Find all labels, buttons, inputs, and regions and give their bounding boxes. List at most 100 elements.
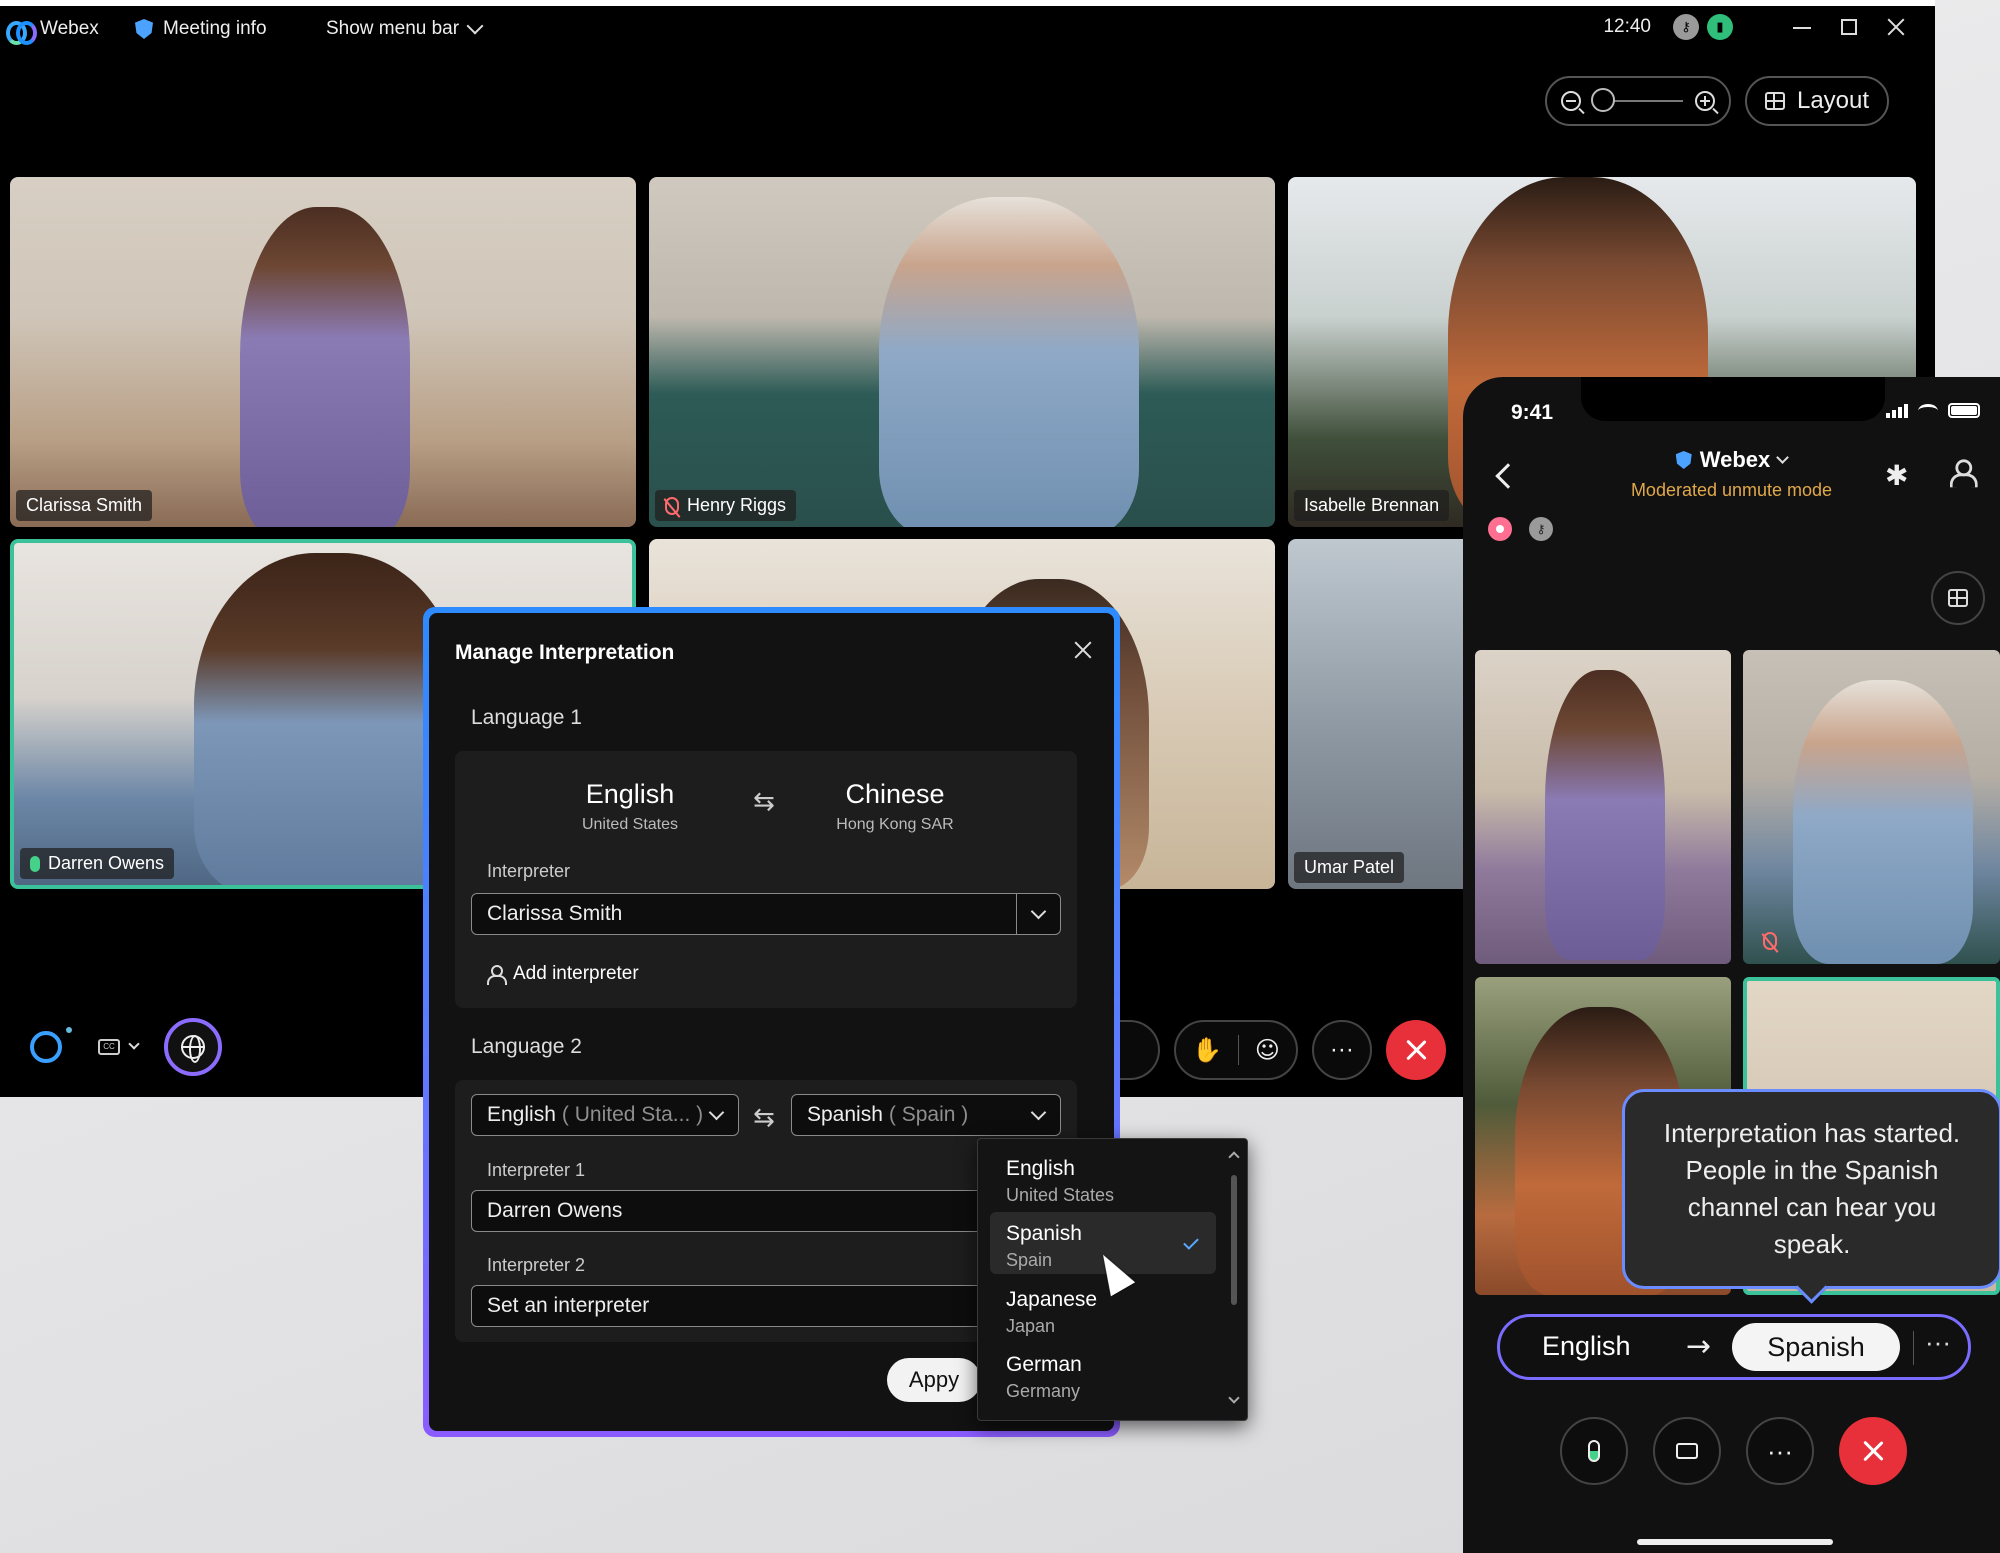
zoom-control	[1545, 76, 1731, 126]
interpreter-label: Interpreter	[487, 861, 571, 881]
listening-language[interactable]: English	[1542, 1331, 1631, 1362]
language-1-from: English United States	[565, 779, 695, 834]
chevron-down-icon	[1030, 1104, 1046, 1121]
meeting-bottom-left-controls: CC	[30, 1018, 222, 1076]
close-window-icon[interactable]	[1887, 18, 1905, 36]
dropdown-toggle[interactable]	[694, 1095, 738, 1135]
maximize-icon[interactable]	[1841, 19, 1857, 35]
video-tile[interactable]: Henry Riggs	[649, 177, 1275, 527]
chevron-down-icon	[466, 17, 484, 35]
participant-name-tag: Henry Riggs	[655, 490, 797, 521]
title-bar-right: 12:40 ⚷ ▮	[1603, 14, 1905, 40]
app-name: Webex	[40, 18, 99, 39]
phone-header: Webex Moderated unmute mode	[1463, 447, 2000, 501]
app-brand: Webex	[6, 18, 99, 45]
dropdown-scrollbar[interactable]	[1228, 1151, 1240, 1404]
swap-languages-icon[interactable]	[753, 1103, 777, 1133]
grid-icon	[1948, 589, 1968, 607]
participant-name: Clarissa Smith	[26, 495, 143, 515]
raise-hand-icon[interactable]: ✋	[1192, 1036, 1222, 1064]
meeting-info-label: Meeting info	[163, 18, 267, 39]
reactions-icon[interactable]: ☺	[1255, 1036, 1280, 1064]
webex-logo-icon	[6, 19, 37, 45]
dropdown-option-german[interactable]: German Germany	[990, 1343, 1216, 1405]
close-icon[interactable]	[1074, 641, 1092, 659]
add-interpreter-label: Add interpreter	[513, 963, 639, 984]
minimize-icon[interactable]	[1793, 18, 1811, 36]
phone-video-tile[interactable]	[1475, 650, 1731, 964]
participant-name-tag: Umar Patel	[1294, 852, 1405, 883]
language-1-label: Language 1	[471, 706, 582, 729]
battery-icon	[1948, 403, 1980, 418]
participant-video	[240, 207, 410, 527]
closed-captions-button[interactable]: CC	[98, 1038, 140, 1055]
option-name: German	[1006, 1353, 1082, 1376]
phone-more-button[interactable]: ···	[1746, 1417, 1814, 1485]
microphone-icon	[1588, 1440, 1600, 1462]
dialog-title: Manage Interpretation	[455, 641, 675, 664]
ai-assistant-icon[interactable]	[30, 1027, 72, 1063]
video-tile[interactable]: Umar Patel	[1288, 539, 1488, 889]
bluetooth-icon[interactable]: ✱	[1885, 459, 1908, 492]
participant-name: Umar Patel	[1304, 857, 1395, 877]
zoom-out-icon[interactable]	[1561, 91, 1581, 111]
camera-icon	[1676, 1443, 1698, 1459]
interpreter-select[interactable]: Clarissa Smith	[471, 893, 1061, 935]
target-language-select[interactable]: Spanish ( Spain )	[791, 1094, 1061, 1136]
signal-icon	[1886, 404, 1908, 418]
phone-app-title[interactable]: Webex	[1675, 447, 1790, 473]
phone-notch	[1581, 377, 1885, 421]
scroll-up-icon[interactable]	[1228, 1151, 1240, 1163]
reactions-group: ✋ ☺	[1174, 1020, 1298, 1080]
language-region: Hong Kong SAR	[836, 816, 954, 833]
interpreter-1-select[interactable]: Darren Owens	[471, 1190, 1061, 1232]
muted-mic-icon	[1763, 932, 1777, 950]
apply-button[interactable]: Appy	[887, 1358, 981, 1402]
zoom-in-icon[interactable]	[1695, 91, 1715, 111]
swap-languages-icon[interactable]	[753, 787, 777, 817]
scroll-down-icon[interactable]	[1228, 1392, 1240, 1404]
language-2-label: Language 2	[471, 1035, 582, 1058]
interpreter-2-select[interactable]: Set an interpreter	[471, 1285, 1061, 1327]
key-icon[interactable]: ⚷	[1673, 14, 1699, 40]
layout-button[interactable]: Layout	[1745, 76, 1889, 126]
network-health-icon[interactable]: ▮	[1707, 14, 1733, 40]
source-language-select[interactable]: English ( United Sta... )	[471, 1094, 739, 1136]
chevron-down-icon	[128, 1038, 140, 1050]
video-button[interactable]	[1653, 1417, 1721, 1485]
more-icon: ···	[1767, 1435, 1793, 1466]
show-menu-bar-button[interactable]: Show menu bar	[326, 17, 484, 40]
leave-meeting-button[interactable]	[1385, 1020, 1446, 1080]
phone-leave-button[interactable]	[1839, 1417, 1907, 1485]
speaking-language-button[interactable]: Spanish	[1732, 1323, 1900, 1371]
phone-layout-button[interactable]	[1931, 571, 1985, 625]
add-interpreter-button[interactable]: Add interpreter	[487, 963, 639, 985]
zoom-slider[interactable]	[1591, 88, 1683, 112]
mobile-meeting-screen: 9:41 Webex Moderated unmute mode ✱ ⚷ Int…	[1463, 377, 2000, 1553]
dropdown-option-japanese[interactable]: Japanese Japan	[990, 1278, 1216, 1340]
dropdown-toggle[interactable]	[1016, 894, 1060, 934]
phone-video-tile[interactable]	[1743, 650, 2000, 964]
muted-mic-icon	[665, 496, 679, 515]
dropdown-option-english[interactable]: English United States	[990, 1147, 1216, 1209]
scroll-thumb[interactable]	[1231, 1175, 1237, 1305]
more-options-button[interactable]: ···	[1311, 1020, 1372, 1080]
interpreter-value: Clarissa Smith	[487, 902, 623, 925]
more-icon[interactable]: ···	[1925, 1327, 1951, 1358]
language-1-to: Chinese Hong Kong SAR	[825, 779, 965, 834]
video-tile[interactable]: Clarissa Smith	[10, 177, 636, 527]
option-region: United States	[1006, 1185, 1115, 1205]
add-person-icon	[487, 965, 507, 985]
dropdown-toggle[interactable]	[1016, 1095, 1060, 1135]
interpretation-button[interactable]	[164, 1018, 222, 1076]
participant-video	[879, 197, 1139, 527]
meeting-info-button[interactable]: Meeting info	[135, 18, 267, 40]
mute-button[interactable]	[1560, 1417, 1628, 1485]
moderated-mode-label: Moderated unmute mode	[1630, 480, 1833, 500]
zoom-slider-knob[interactable]	[1591, 88, 1615, 112]
closed-captions-icon: CC	[98, 1039, 120, 1055]
participants-icon[interactable]	[1949, 459, 1978, 489]
chevron-down-icon	[1776, 450, 1790, 464]
phone-status-icons	[1886, 403, 1980, 418]
title-bar: Webex Meeting info Show menu bar 12:40 ⚷…	[0, 6, 1935, 58]
